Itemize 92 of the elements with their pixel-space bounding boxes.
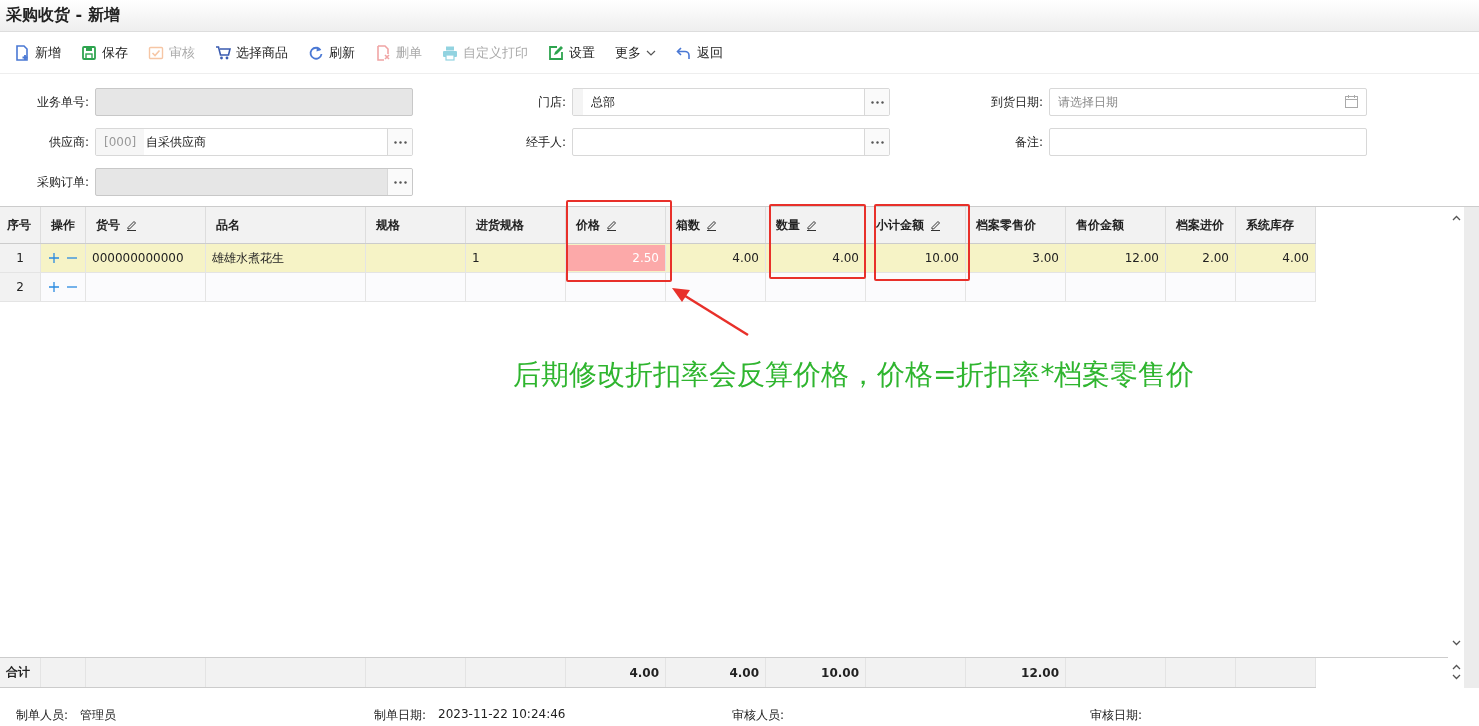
total-value: 10.00 — [821, 665, 859, 680]
table-cell: 2.00 — [1202, 251, 1229, 265]
table-cell: 3.00 — [1032, 251, 1059, 265]
row-number: 1 — [16, 251, 24, 265]
chevron-down-icon — [646, 49, 656, 56]
table-cell: 12.00 — [1124, 251, 1159, 265]
more-button[interactable] — [387, 129, 412, 155]
column-title: 操作 — [51, 216, 75, 234]
scroll-down-icon[interactable] — [1451, 674, 1461, 680]
total-value: 4.00 — [729, 665, 759, 680]
table-cell: 4.00 — [1282, 251, 1309, 265]
toolbar-button[interactable]: 更多 — [609, 39, 662, 66]
pencil-icon — [806, 219, 817, 231]
refresh-icon — [308, 44, 324, 61]
field-value: 总部 — [590, 93, 615, 111]
column-title: 序号 — [7, 216, 31, 234]
checkbox-icon — [148, 44, 164, 61]
column-title: 进货规格 — [476, 216, 524, 234]
footer-label: 制单人员: — [16, 707, 69, 724]
edit-square-icon — [548, 44, 564, 61]
field-label: 经手人: — [524, 133, 567, 151]
field-label: 到货日期: — [989, 93, 1044, 111]
toolbar-button[interactable]: 刷新 — [302, 39, 361, 66]
ellipsis-icon — [393, 180, 407, 184]
footer-value: 管理员 — [80, 707, 117, 724]
scroll-up-icon[interactable] — [1451, 215, 1461, 221]
column-title: 箱数 — [676, 216, 700, 234]
totals-label: 合计 — [6, 664, 30, 681]
plus-icon[interactable] — [49, 282, 59, 292]
table-cell: 000000000000 — [92, 251, 184, 265]
table-cell: 4.00 — [832, 251, 859, 265]
save-icon — [81, 44, 97, 61]
field-label: 供应商: — [47, 133, 90, 151]
ellipsis-icon — [870, 100, 884, 104]
lookup-field[interactable]: [000] 自采供应商 — [95, 128, 413, 156]
column-title: 价格 — [576, 216, 600, 234]
column-title: 档案零售价 — [976, 216, 1036, 234]
column-title: 品名 — [216, 216, 240, 234]
plus-icon[interactable] — [49, 253, 59, 263]
column-title: 规格 — [376, 216, 400, 234]
printer-icon — [442, 44, 458, 61]
more-button[interactable] — [864, 129, 889, 155]
table-cell: 雄雄水煮花生 — [212, 249, 284, 267]
footer-label: 审核人员: — [732, 707, 785, 724]
field-label: 业务单号: — [35, 93, 90, 111]
footer-label: 制单日期: — [374, 707, 427, 724]
date-field[interactable]: 请选择日期 — [1049, 88, 1367, 116]
table-row[interactable]: 1 000000000000 雄雄水煮花生 1 2.50 4.00 4.00 10.00 3.00 12.00 2.00 4.00 — [0, 244, 1316, 273]
column-title: 售价金额 — [1076, 216, 1124, 234]
supplier-code: [000] — [96, 129, 145, 155]
annotation-text: 后期修改折扣率会反算价格，价格=折扣率*档案零售价 — [513, 357, 1195, 393]
ellipsis-icon — [870, 140, 884, 144]
toolbar-button[interactable]: 保存 — [75, 39, 134, 66]
input-field[interactable] — [1049, 128, 1367, 156]
field-label: 采购订单: — [35, 173, 90, 191]
table-cell: 4.00 — [732, 251, 759, 265]
more-button[interactable] — [864, 89, 889, 115]
pencil-icon — [606, 219, 617, 231]
pencil-icon — [930, 219, 941, 231]
column-title: 系统库存 — [1246, 216, 1294, 234]
row-number: 2 — [16, 280, 24, 294]
column-title: 档案进价 — [1176, 216, 1224, 234]
ellipsis-icon — [393, 140, 407, 144]
pencil-icon — [706, 219, 717, 231]
column-title: 小计金额 — [876, 216, 924, 234]
back-arrow-icon — [676, 44, 692, 61]
toolbar-button[interactable]: 设置 — [542, 39, 601, 66]
table-cell: 1 — [472, 251, 480, 265]
window-title: 采购收货 - 新增 — [6, 5, 120, 26]
document-plus-icon — [14, 44, 30, 61]
table-cell: 10.00 — [924, 251, 959, 265]
toolbar-button[interactable]: 返回 — [670, 39, 729, 66]
total-value: 12.00 — [1021, 665, 1059, 680]
table-row[interactable]: 2 — [0, 273, 1316, 302]
footer-value: 2023-11-22 10:24:46 — [438, 707, 566, 723]
column-title: 数量 — [776, 216, 800, 234]
footer-label: 审核日期: — [1090, 707, 1143, 724]
toolbar-button[interactable]: 新增 — [8, 39, 67, 66]
pencil-icon — [126, 219, 137, 231]
lookup-field[interactable] — [572, 128, 890, 156]
field-label: 门店: — [536, 93, 567, 111]
scroll-up-icon[interactable] — [1451, 664, 1461, 670]
total-value: 4.00 — [629, 665, 659, 680]
toolbar-button[interactable]: 选择商品 — [209, 39, 294, 66]
document-delete-icon — [375, 44, 391, 61]
lookup-field[interactable]: 总部 — [572, 88, 890, 116]
column-title: 货号 — [96, 216, 120, 234]
calendar-icon — [1345, 95, 1358, 108]
field-value: 自采供应商 — [145, 133, 207, 151]
cart-icon — [215, 44, 231, 61]
scroll-down-icon[interactable] — [1451, 640, 1461, 646]
field-label: 备注: — [1013, 133, 1044, 151]
